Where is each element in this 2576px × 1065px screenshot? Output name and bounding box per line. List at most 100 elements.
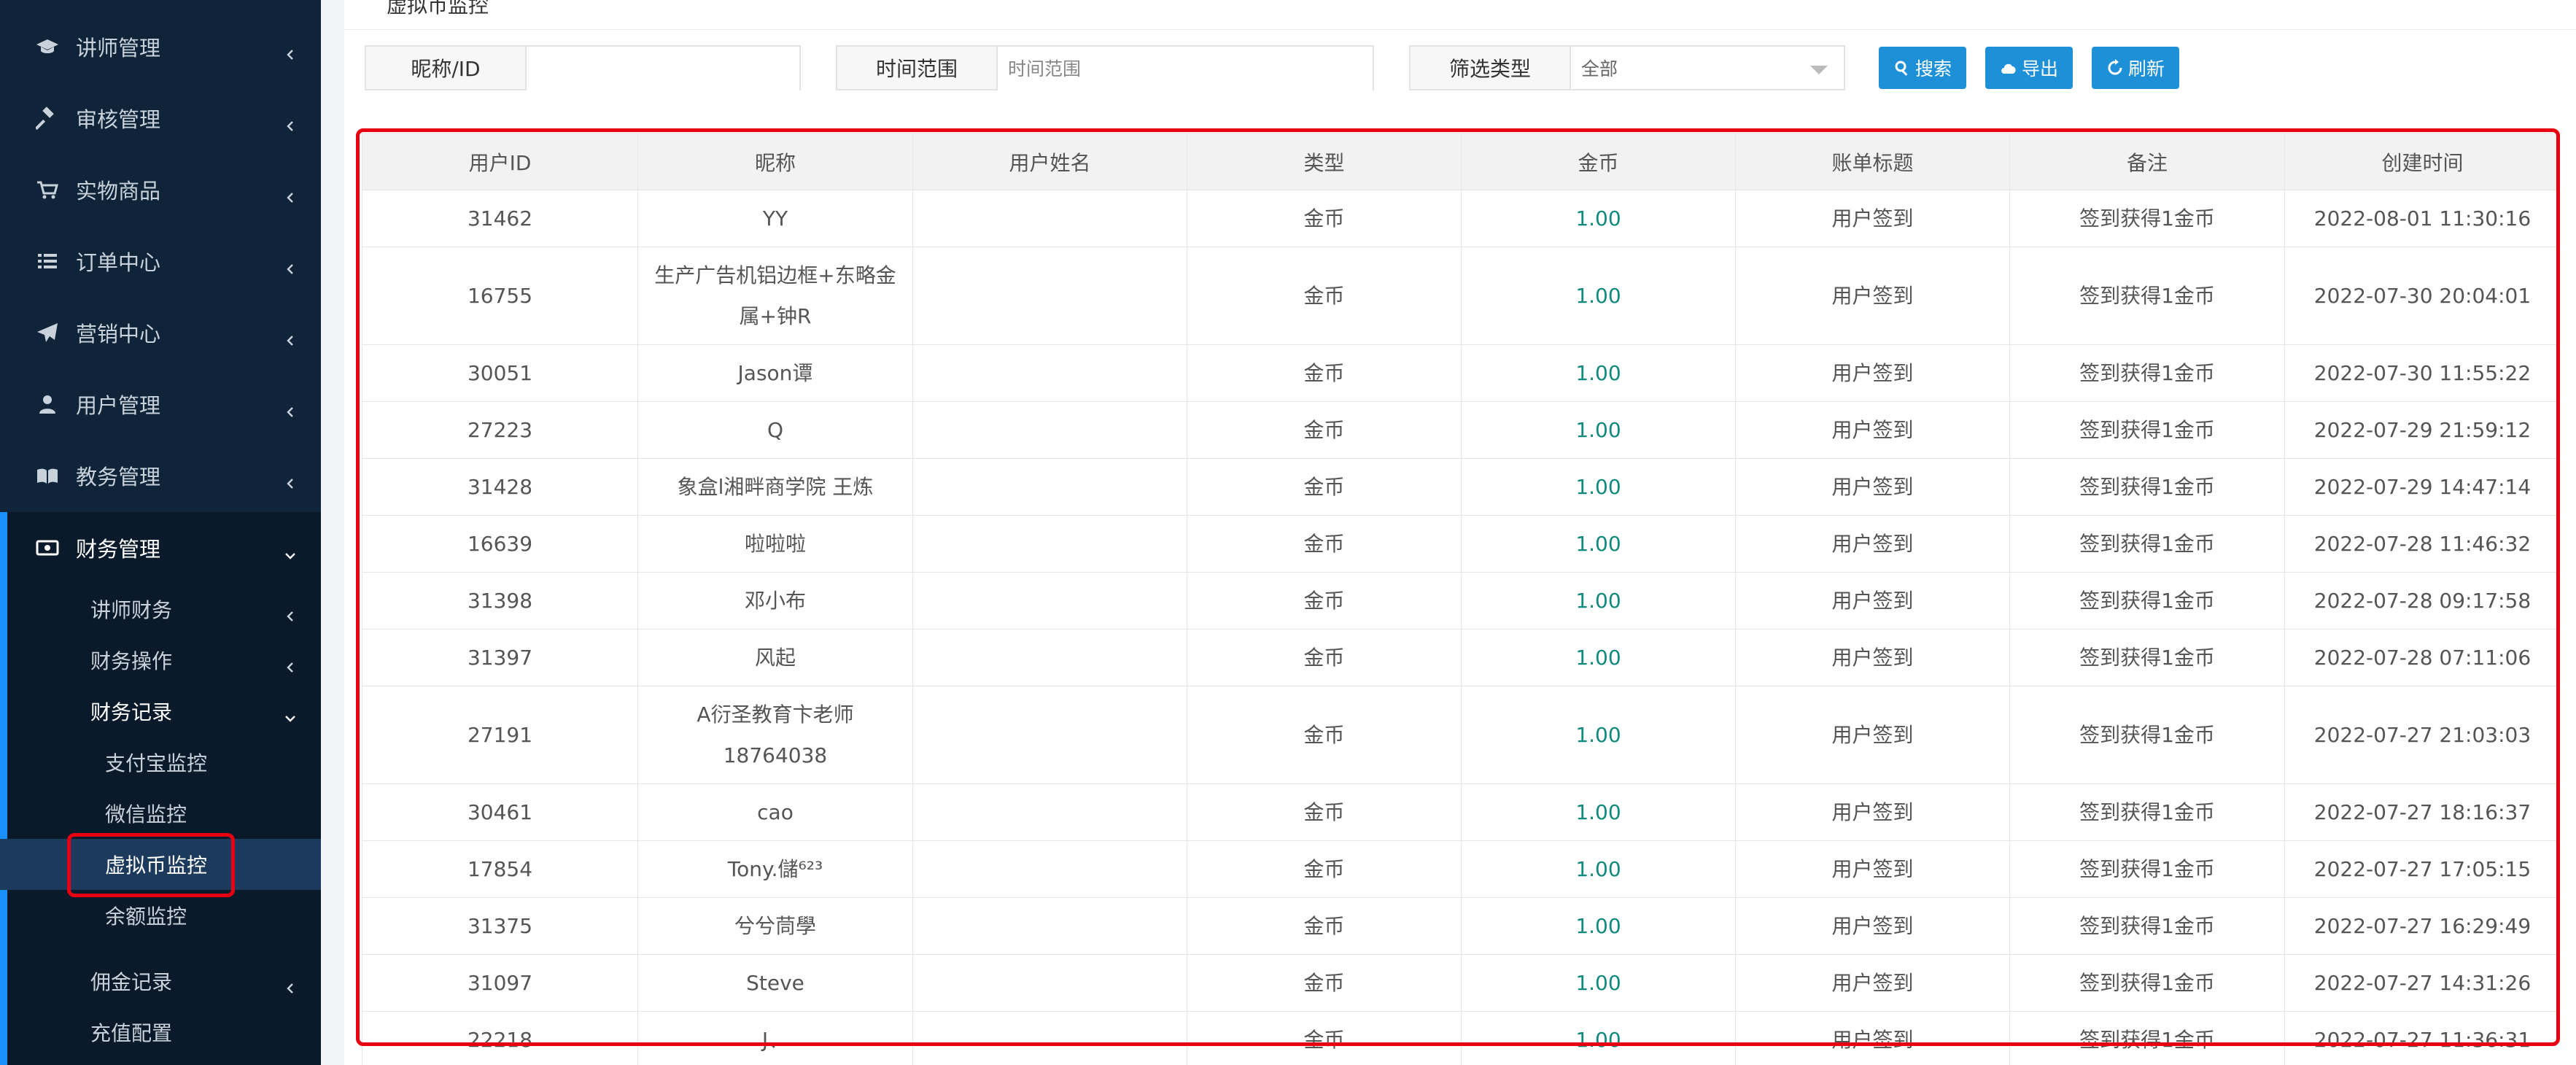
- sidebar-item-physical-goods[interactable]: 实物商品: [0, 154, 321, 225]
- cell-user-name: [912, 458, 1187, 516]
- table-row: 31397 风起 金币 1.00 用户签到 签到获得1金币 2022-07-28…: [362, 629, 2560, 686]
- sidebar-item-label: 财务操作: [90, 649, 173, 673]
- cell-user-id: 31375: [362, 897, 638, 955]
- cell-remark: 签到获得1金币: [2009, 629, 2285, 686]
- sidebar-item-alipay-monitor[interactable]: 支付宝监控: [0, 737, 321, 788]
- cell-coins: 1.00: [1461, 190, 1736, 247]
- cell-user-name: [912, 401, 1187, 459]
- column-header-remark[interactable]: 备注: [2009, 133, 2285, 190]
- cell-created-time: 2022-07-30 11:55:22: [2284, 344, 2560, 402]
- cell-type: 金币: [1187, 840, 1462, 898]
- cell-nickname: cao: [637, 783, 913, 841]
- cell-bill-title: 用户签到: [1735, 954, 2010, 1012]
- column-header-created-time[interactable]: 创建时间: [2284, 133, 2560, 190]
- sidebar-item-recharge-config[interactable]: 充值配置: [0, 1007, 321, 1058]
- cell-remark: 签到获得1金币: [2009, 344, 2285, 402]
- sidebar-item-label: 讲师管理: [76, 36, 161, 61]
- type-select-value: 全部: [1581, 58, 1618, 80]
- search-icon: [1895, 61, 1908, 76]
- column-header-user-id[interactable]: 用户ID: [362, 133, 638, 190]
- sidebar-item-finance-management[interactable]: 财务管理: [0, 512, 321, 584]
- cell-created-time: 2022-07-27 21:03:03: [2284, 686, 2560, 784]
- cell-coins: 1.00: [1461, 458, 1736, 516]
- sidebar-item-order-center[interactable]: 订单中心: [0, 225, 321, 297]
- cell-bill-title: 用户签到: [1735, 458, 2010, 516]
- sidebar-item-label: 微信监控: [105, 802, 187, 826]
- cell-remark: 签到获得1金币: [2009, 840, 2285, 898]
- column-header-nickname[interactable]: 昵称: [637, 133, 913, 190]
- chevron-left-icon: [284, 654, 295, 673]
- type-select[interactable]: 全部: [1571, 47, 1844, 89]
- sidebar-item-lecturer-finance[interactable]: 讲师财务: [0, 584, 321, 635]
- column-header-user-name[interactable]: 用户姓名: [912, 133, 1187, 190]
- cell-bill-title: 用户签到: [1735, 686, 2010, 784]
- search-button-label: 搜索: [1914, 58, 1952, 80]
- cell-coins: 1.00: [1461, 344, 1736, 402]
- cell-type: 金币: [1187, 1011, 1462, 1065]
- sidebar-item-wechat-monitor[interactable]: 微信监控: [0, 788, 321, 839]
- cell-bill-title: 用户签到: [1735, 783, 2010, 841]
- sidebar-item-finance-records[interactable]: 财务记录: [0, 686, 321, 737]
- cell-type: 金币: [1187, 247, 1462, 345]
- sidebar-item-lecturer-management[interactable]: 讲师管理: [0, 11, 321, 82]
- chevron-left-icon: [284, 184, 295, 203]
- cell-coins: 1.00: [1461, 401, 1736, 459]
- chevron-left-icon: [284, 112, 295, 131]
- sidebar-item-label: 余额监控: [105, 905, 187, 929]
- table-row: 31375 兮兮茼學 金币 1.00 用户签到 签到获得1金币 2022-07-…: [362, 897, 2560, 955]
- sidebar-item-commission-records[interactable]: 佣金记录: [0, 956, 321, 1007]
- sidebar-item-label: 佣金记录: [90, 970, 173, 994]
- table-row: 31428 象盒l湘畔商学院 王炼 金币 1.00 用户签到 签到获得1金币 2…: [362, 458, 2560, 516]
- sidebar-item-user-management[interactable]: 用户管理: [0, 368, 321, 440]
- sidebar-item-virtual-coin-monitor[interactable]: 虚拟币监控: [0, 839, 321, 890]
- sidebar-item-marketing-center[interactable]: 营销中心: [0, 297, 321, 368]
- table-row: 31462 YY 金币 1.00 用户签到 签到获得1金币 2022-08-01…: [362, 190, 2560, 247]
- cell-user-id: 31397: [362, 629, 638, 686]
- cell-coins: 1.00: [1461, 840, 1736, 898]
- cell-type: 金币: [1187, 190, 1462, 247]
- cell-coins: 1.00: [1461, 629, 1736, 686]
- column-header-coins[interactable]: 金币: [1461, 133, 1736, 190]
- column-header-bill-title[interactable]: 账单标题: [1735, 133, 2010, 190]
- cell-user-name: [912, 783, 1187, 841]
- cell-coins: 1.00: [1461, 954, 1736, 1012]
- chevron-down-icon: [284, 542, 295, 559]
- cell-created-time: 2022-07-27 17:05:15: [2284, 840, 2560, 898]
- cell-type: 金币: [1187, 458, 1462, 516]
- cell-nickname: Q: [637, 401, 913, 459]
- cell-created-time: 2022-07-27 14:31:26: [2284, 954, 2560, 1012]
- sidebar-item-review-management[interactable]: 审核管理: [0, 82, 321, 154]
- cell-created-time: 2022-08-01 11:30:16: [2284, 190, 2560, 247]
- export-button[interactable]: 导出: [1985, 47, 2073, 89]
- refresh-button[interactable]: 刷新: [2092, 47, 2179, 89]
- finance-menu-group: 财务管理 讲师财务 财务操作 财务记录 支付宝监控 微信监控 虚拟币监控 余额监…: [0, 512, 321, 1065]
- cell-remark: 签到获得1金币: [2009, 897, 2285, 955]
- cell-created-time: 2022-07-30 20:04:01: [2284, 247, 2560, 345]
- chevron-left-icon: [284, 327, 295, 346]
- table-row: 31097 Steve 金币 1.00 用户签到 签到获得1金币 2022-07…: [362, 954, 2560, 1012]
- column-header-type[interactable]: 类型: [1187, 133, 1462, 190]
- sidebar-item-academic-management[interactable]: 教务管理: [0, 440, 321, 511]
- user-icon: [35, 392, 60, 417]
- time-range-filter: 时间范围: [836, 45, 1374, 90]
- time-range-input[interactable]: [998, 47, 1373, 90]
- cell-nickname: 啦啦啦: [637, 515, 913, 573]
- sidebar-item-finance-operations[interactable]: 财务操作: [0, 635, 321, 686]
- cell-bill-title: 用户签到: [1735, 401, 2010, 459]
- cell-bill-title: 用户签到: [1735, 247, 2010, 345]
- cell-user-id: 31428: [362, 458, 638, 516]
- cell-user-name: [912, 629, 1187, 686]
- sidebar-item-balance-monitor[interactable]: 余额监控: [0, 890, 321, 941]
- refresh-button-label: 刷新: [2127, 58, 2165, 80]
- table-header-row: 用户ID 昵称 用户姓名 类型 金币 账单标题 备注 创建时间: [362, 133, 2560, 190]
- chevron-left-icon: [284, 398, 295, 417]
- cell-bill-title: 用户签到: [1735, 190, 2010, 247]
- cell-user-name: [912, 515, 1187, 573]
- search-button[interactable]: 搜索: [1879, 47, 1966, 89]
- cloud-upload-icon: [2001, 63, 2016, 74]
- sidebar-item-label: 充值配置: [90, 1021, 173, 1045]
- cell-remark: 签到获得1金币: [2009, 458, 2285, 516]
- cell-type: 金币: [1187, 954, 1462, 1012]
- cell-created-time: 2022-07-27 11:36:31: [2284, 1011, 2560, 1065]
- nickname-input[interactable]: [527, 47, 799, 90]
